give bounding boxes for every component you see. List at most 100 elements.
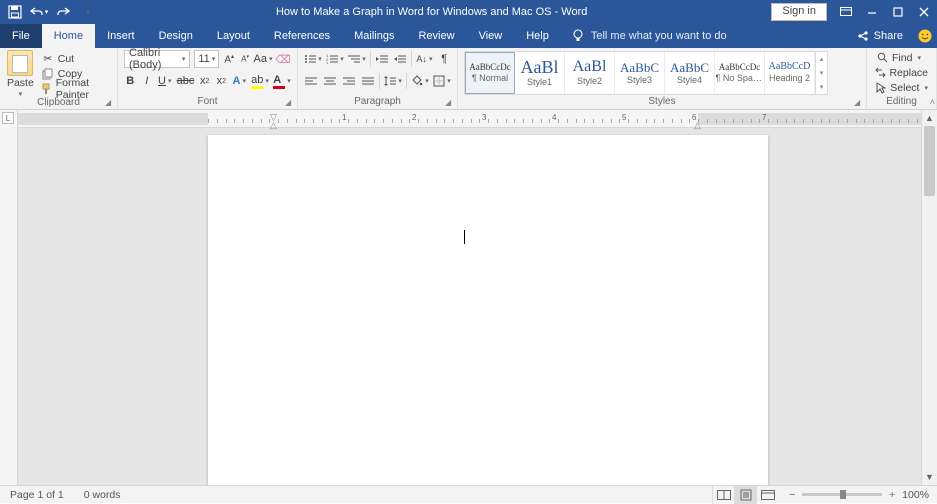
ruler-tick xyxy=(672,119,673,123)
tab-layout[interactable]: Layout xyxy=(205,24,262,48)
tab-design[interactable]: Design xyxy=(147,24,205,48)
share-label: Share xyxy=(874,30,903,42)
clipboard-dialog-launcher-icon[interactable]: ◢ xyxy=(105,98,115,108)
style-item[interactable]: AaBlStyle1 xyxy=(515,52,565,94)
line-spacing-button[interactable] xyxy=(384,72,402,90)
style-item[interactable]: AaBbCcDc¶ Normal xyxy=(465,52,515,94)
tab-file[interactable]: File xyxy=(0,24,42,48)
scroll-up-icon[interactable]: ▲ xyxy=(922,110,937,126)
paragraph-dialog-launcher-icon[interactable]: ◢ xyxy=(445,98,455,108)
align-right-button[interactable] xyxy=(342,72,357,90)
font-name-combo[interactable]: Calibri (Body)▾ xyxy=(124,50,190,68)
align-center-button[interactable] xyxy=(323,72,338,90)
text-effects-button[interactable]: A xyxy=(232,72,247,90)
shading-button[interactable] xyxy=(411,72,429,90)
bold-button[interactable]: B xyxy=(124,72,137,90)
sort-button[interactable]: A↓ xyxy=(415,50,433,68)
shrink-font-button[interactable]: A▾ xyxy=(239,51,251,67)
paste-button[interactable]: Paste ▾ xyxy=(6,50,35,98)
ruler-tick xyxy=(366,119,367,123)
tab-view[interactable]: View xyxy=(467,24,515,48)
zoom-thumb[interactable] xyxy=(840,490,846,499)
ruler-tick xyxy=(243,119,244,123)
bullets-button[interactable] xyxy=(304,50,322,68)
italic-button[interactable]: I xyxy=(141,72,154,90)
scroll-thumb[interactable] xyxy=(924,126,935,196)
web-layout-icon[interactable] xyxy=(756,486,778,504)
hanging-indent-icon[interactable]: △ xyxy=(270,120,277,131)
font-size-combo[interactable]: 11▾ xyxy=(194,50,219,68)
styles-more-button[interactable]: ▴▾▾ xyxy=(815,52,827,94)
zoom-out-button[interactable]: − xyxy=(786,489,798,501)
superscript-button[interactable]: x2 xyxy=(215,72,228,90)
tab-home[interactable]: Home xyxy=(42,24,95,48)
ruler-tick xyxy=(208,119,209,123)
subscript-button[interactable]: x2 xyxy=(199,72,212,90)
close-icon[interactable] xyxy=(911,0,937,24)
zoom-percent[interactable]: 100% xyxy=(902,489,929,501)
clear-formatting-button[interactable]: ⌫ xyxy=(275,51,291,67)
word-count-status[interactable]: 0 words xyxy=(74,489,131,501)
align-left-button[interactable] xyxy=(304,72,319,90)
font-dialog-launcher-icon[interactable]: ◢ xyxy=(285,98,295,108)
page[interactable] xyxy=(208,135,768,485)
ruler-tick xyxy=(339,119,340,123)
vertical-scrollbar[interactable]: ▲ ▼ xyxy=(921,110,937,485)
strikethrough-button[interactable]: abc xyxy=(177,72,195,90)
multilevel-list-button[interactable] xyxy=(348,50,366,68)
read-mode-icon[interactable] xyxy=(712,486,734,504)
font-color-button[interactable]: A xyxy=(273,72,291,90)
sign-in-button[interactable]: Sign in xyxy=(771,3,827,21)
increase-indent-button[interactable] xyxy=(393,50,407,68)
tab-references[interactable]: References xyxy=(262,24,342,48)
tab-selector-icon[interactable]: L xyxy=(2,112,14,124)
minimize-icon[interactable] xyxy=(859,0,885,24)
borders-button[interactable] xyxy=(433,72,451,90)
replace-button[interactable]: Replace xyxy=(873,66,930,80)
print-layout-icon[interactable] xyxy=(734,486,756,504)
scroll-track[interactable] xyxy=(922,126,937,469)
tab-mailings[interactable]: Mailings xyxy=(342,24,406,48)
ruler-tick xyxy=(471,119,472,123)
tab-insert[interactable]: Insert xyxy=(95,24,147,48)
grow-font-button[interactable]: A▴ xyxy=(223,51,235,67)
collapse-ribbon-icon[interactable]: ˄ xyxy=(930,97,935,107)
zoom-slider[interactable] xyxy=(802,493,882,496)
select-button[interactable]: Select xyxy=(873,81,930,95)
change-case-button[interactable]: Aa xyxy=(255,51,271,67)
share-button[interactable]: Share xyxy=(846,24,913,48)
qat-customize-icon[interactable] xyxy=(76,0,98,24)
style-caption: Style4 xyxy=(677,75,702,85)
page-number-status[interactable]: Page 1 of 1 xyxy=(0,489,74,501)
find-button[interactable]: Find xyxy=(873,51,930,65)
style-item[interactable]: AaBbCStyle4 xyxy=(665,52,715,94)
ruler-tick xyxy=(506,119,507,123)
vertical-ruler[interactable]: L xyxy=(0,110,18,485)
ribbon-display-options-icon[interactable] xyxy=(833,0,859,24)
format-painter-button[interactable]: Format Painter xyxy=(39,82,111,96)
highlight-button[interactable]: ab xyxy=(251,72,269,90)
tab-review[interactable]: Review xyxy=(407,24,467,48)
justify-button[interactable] xyxy=(361,72,376,90)
redo-icon[interactable] xyxy=(52,0,74,24)
maximize-icon[interactable] xyxy=(885,0,911,24)
feedback-icon[interactable] xyxy=(913,24,937,48)
style-item[interactable]: AaBbCStyle3 xyxy=(615,52,665,94)
style-item[interactable]: AaBlStyle2 xyxy=(565,52,615,94)
styles-dialog-launcher-icon[interactable]: ◢ xyxy=(854,98,864,108)
show-marks-button[interactable]: ¶ xyxy=(437,50,451,68)
styles-gallery[interactable]: AaBbCcDc¶ NormalAaBlStyle1AaBlStyle2AaBb… xyxy=(464,51,828,95)
underline-button[interactable]: U xyxy=(157,72,172,90)
decrease-indent-button[interactable] xyxy=(375,50,389,68)
scroll-down-icon[interactable]: ▼ xyxy=(922,469,937,485)
zoom-in-button[interactable]: + xyxy=(886,489,898,501)
undo-icon[interactable]: ▾ xyxy=(28,0,50,24)
horizontal-ruler[interactable]: ▽ △ △ 1234567 xyxy=(18,110,921,128)
style-item[interactable]: AaBbCcDHeading 2 xyxy=(765,52,815,94)
tab-help[interactable]: Help xyxy=(514,24,561,48)
numbering-button[interactable]: 123 xyxy=(326,50,344,68)
tell-me-box[interactable]: Tell me what you want to do xyxy=(561,24,846,48)
cut-button[interactable]: ✂Cut xyxy=(39,52,111,66)
save-icon[interactable] xyxy=(4,0,26,24)
style-item[interactable]: AaBbCcDc¶ No Spac... xyxy=(715,52,765,94)
